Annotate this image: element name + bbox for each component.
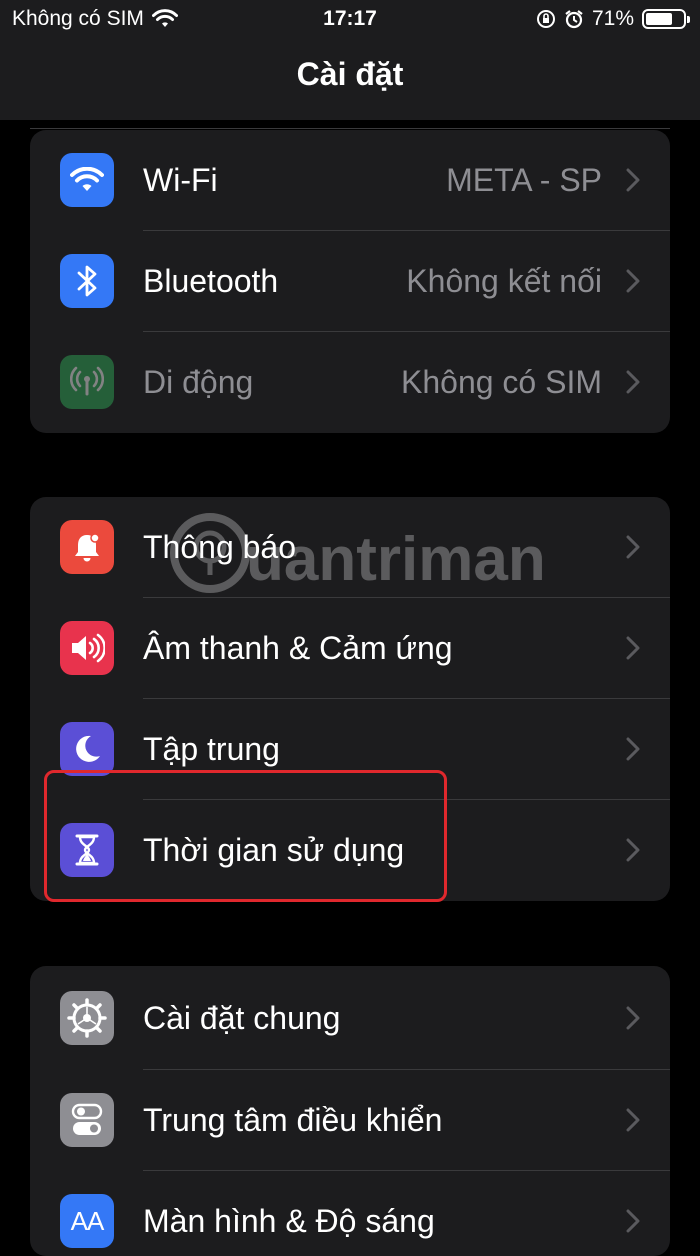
settings-row-control-center[interactable]: Trung tâm điều khiển	[30, 1070, 670, 1171]
row-label: Di động	[143, 364, 254, 400]
connectivity-group: Wi-Fi META - SP Bluetooth Không kết nối …	[30, 130, 670, 433]
wifi-icon	[60, 153, 114, 207]
settings-row-general[interactable]: Cài đặt chung	[30, 966, 670, 1070]
chevron-right-icon	[626, 636, 640, 660]
text-size-icon-label: AA	[70, 1205, 105, 1236]
row-label: Âm thanh & Cảm ứng	[143, 630, 453, 666]
chevron-right-icon	[626, 1209, 640, 1233]
row-value: Không có SIM	[401, 364, 602, 400]
cellular-icon	[60, 355, 114, 409]
settings-row-wifi[interactable]: Wi-Fi META - SP	[30, 130, 670, 231]
row-label: Cài đặt chung	[143, 1000, 341, 1036]
rotation-lock-icon	[536, 10, 555, 28]
alarm-icon	[565, 10, 583, 29]
row-label: Bluetooth	[143, 263, 279, 299]
row-value: Không kết nối	[406, 263, 602, 299]
page-title: Cài đặt	[296, 56, 404, 92]
row-label: Thông báo	[143, 529, 297, 565]
battery-percent: 71%	[591, 7, 634, 30]
settings-row-notifications[interactable]: Thông báo	[30, 497, 670, 598]
gear-icon	[60, 991, 114, 1045]
battery-icon	[642, 9, 690, 29]
text-size-icon: AA	[60, 1194, 114, 1248]
row-value: META - SP	[446, 162, 602, 198]
chevron-right-icon	[626, 370, 640, 394]
chevron-right-icon	[626, 1108, 640, 1132]
settings-row-sounds[interactable]: Âm thanh & Cảm ứng	[30, 598, 670, 699]
bluetooth-icon	[60, 254, 114, 308]
chevron-right-icon	[626, 168, 640, 192]
general-group: Cài đặt chung Trung tâm điều khiển AA Mà…	[30, 966, 670, 1256]
settings-row-cellular[interactable]: Di động Không có SIM	[30, 332, 670, 433]
row-label: Màn hình & Độ sáng	[143, 1203, 435, 1239]
highlight-box	[44, 770, 447, 902]
status-bar: Không có SIM 17:17 71%	[0, 0, 700, 40]
navigation-bar: Không có SIM 17:17 71% Cài đặt	[0, 0, 700, 120]
row-label: Wi-Fi	[143, 162, 218, 198]
settings-row-bluetooth[interactable]: Bluetooth Không kết nối	[30, 231, 670, 332]
chevron-right-icon	[626, 269, 640, 293]
battery-level	[646, 13, 672, 25]
chevron-right-icon	[626, 838, 640, 862]
chevron-right-icon	[626, 737, 640, 761]
chevron-right-icon	[626, 535, 640, 559]
row-label: Trung tâm điều khiển	[143, 1102, 443, 1138]
moon-icon	[60, 722, 114, 776]
toggle-switches-icon	[60, 1093, 114, 1147]
speaker-icon	[60, 621, 114, 675]
settings-row-display[interactable]: AA Màn hình & Độ sáng	[30, 1171, 670, 1256]
divider	[30, 128, 670, 129]
notification-bell-icon	[60, 520, 114, 574]
chevron-right-icon	[626, 1006, 640, 1030]
